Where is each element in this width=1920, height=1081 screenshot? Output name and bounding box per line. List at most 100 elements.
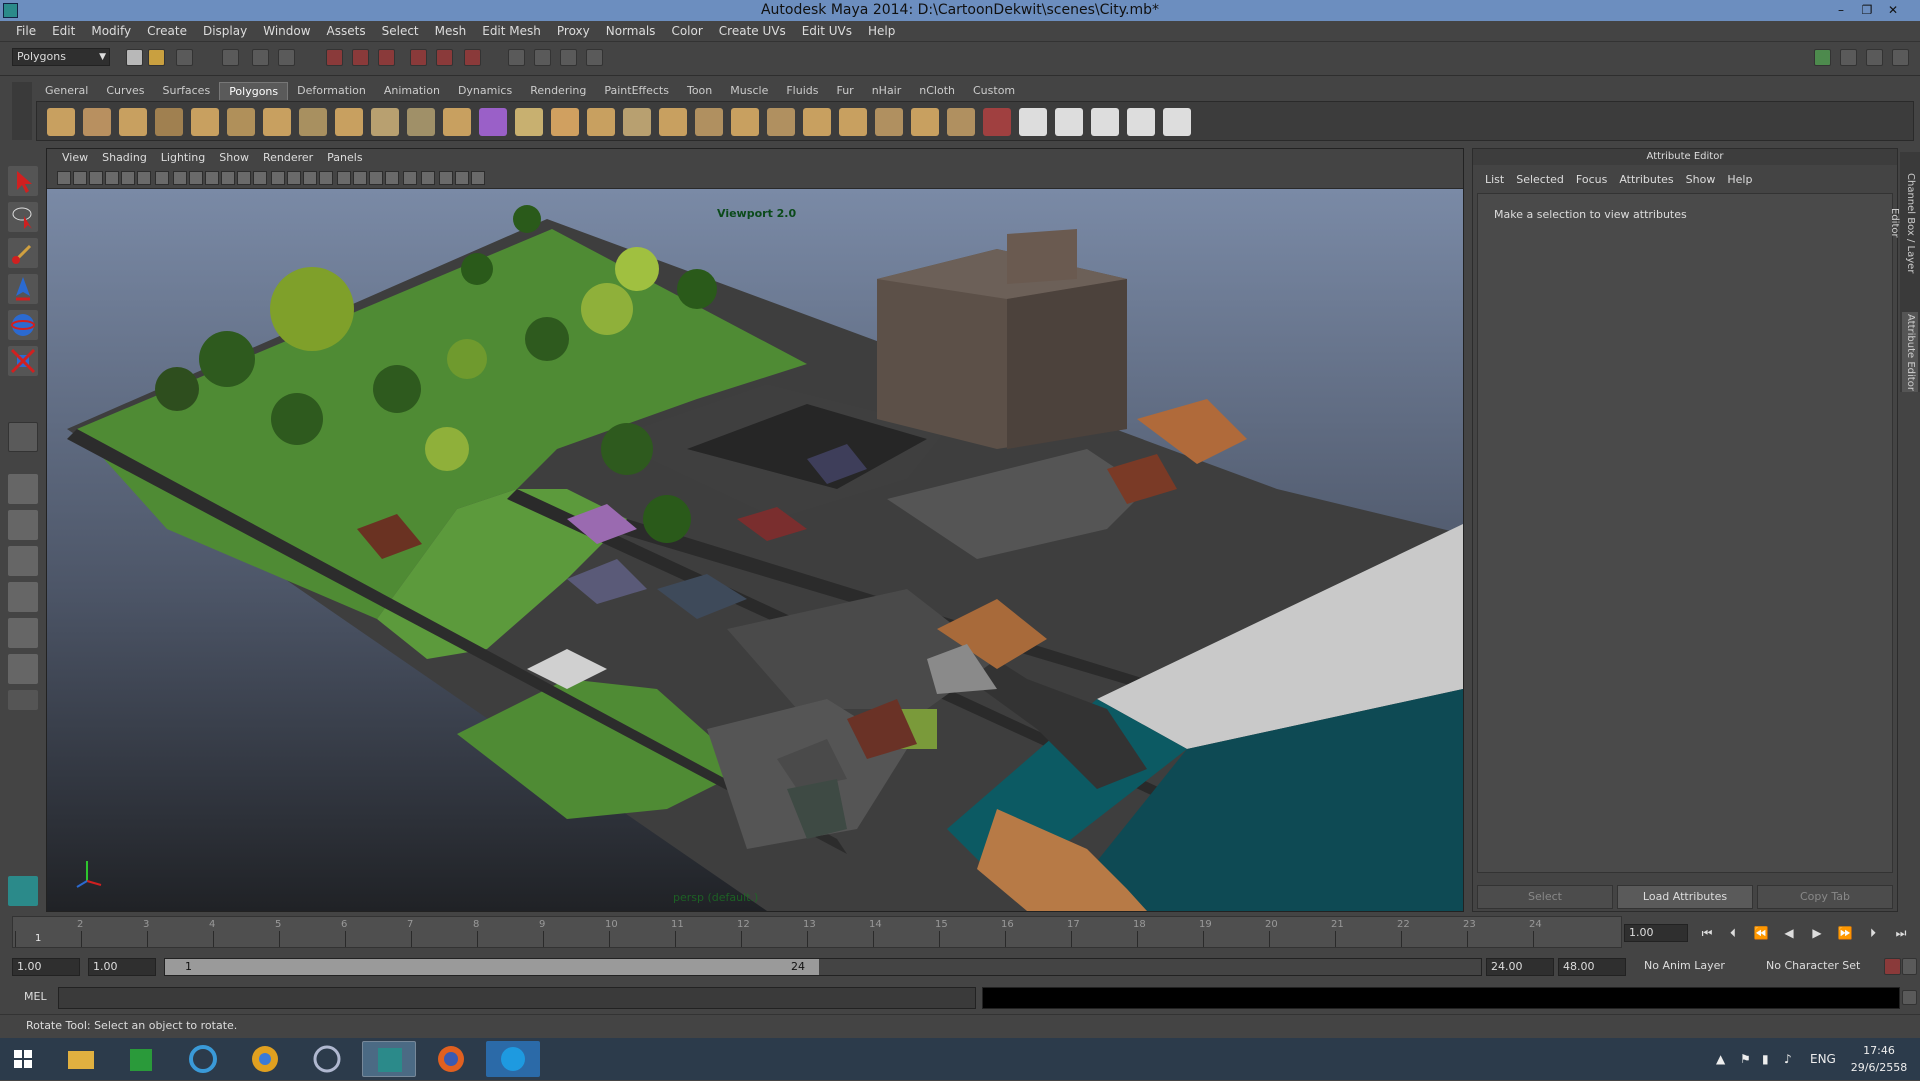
safe-action-icon[interactable] [237,171,251,185]
single-pane-layout-icon[interactable] [8,474,38,504]
2d-pan-zoom-icon[interactable] [121,171,135,185]
go-to-end-icon[interactable]: ⏭ [1892,924,1910,942]
persp-outliner-layout-icon[interactable] [8,546,38,576]
four-pane-layout-icon[interactable] [8,510,38,540]
shelf-cube-icon[interactable] [83,108,111,136]
start-button[interactable] [0,1041,48,1077]
attribute-menu-show[interactable]: Show [1680,171,1722,189]
shelf-tab-fluids[interactable]: Fluids [777,82,827,100]
panel-menu-view[interactable]: View [55,149,95,167]
menu-edit[interactable]: Edit [44,21,83,42]
menu-mesh[interactable]: Mesh [427,21,475,42]
shelf-tab-nhair[interactable]: nHair [863,82,911,100]
anti-aliasing-icon[interactable] [403,171,417,185]
panel-menu-renderer[interactable]: Renderer [256,149,320,167]
shelf-platonic-icon[interactable] [407,108,435,136]
menu-window[interactable]: Window [255,21,318,42]
toggle-channel-box-icon[interactable] [1892,49,1909,66]
range-slider-handle[interactable]: 1 24 [165,959,819,975]
isolate-select-icon[interactable] [421,171,435,185]
menu-edit-uvs[interactable]: Edit UVs [794,21,860,42]
script-editor-icon[interactable] [1902,990,1917,1005]
grid-icon[interactable] [155,171,169,185]
menu-display[interactable]: Display [195,21,255,42]
shelf-combine-icon[interactable] [515,108,543,136]
select-object-icon[interactable] [252,49,269,66]
maya-app-icon[interactable] [3,3,18,18]
playback-end-field[interactable]: 24.00 [1486,958,1554,976]
move-tool-icon[interactable] [8,274,38,304]
volume-icon[interactable]: ♪ [1784,1052,1792,1066]
chrome-icon[interactable] [238,1041,292,1077]
shelf-plane-icon[interactable] [191,108,219,136]
use-all-lights-icon[interactable] [337,171,351,185]
shelf-uv-planar-icon[interactable] [1055,108,1083,136]
time-slider[interactable]: 1 2 3 4 5 6 7 8 9 10 11 12 13 14 15 16 17 18 19 20 21 22 23 24 [12,916,1622,948]
range-slider[interactable]: 1 24 [164,958,1482,976]
shelf-tab-animation[interactable]: Animation [375,82,449,100]
shelf-sphere-icon[interactable] [47,108,75,136]
grease-pencil-icon[interactable] [137,171,151,185]
shelf-uv-editor-icon[interactable] [1019,108,1047,136]
last-tool-slot[interactable] [8,422,38,452]
shelf-helix-icon[interactable] [335,108,363,136]
shelf-insert-loop-icon[interactable] [875,108,903,136]
image-plane-icon[interactable] [105,171,119,185]
bookmarks-icon[interactable] [89,171,103,185]
rotate-tool-icon[interactable] [8,310,38,340]
select-hierarchy-icon[interactable] [222,49,239,66]
shelf-uv-cylindrical-icon[interactable] [1091,108,1119,136]
toggle-tool-settings-icon[interactable] [1866,49,1883,66]
shelf-separate-icon[interactable] [551,108,579,136]
restore-icon[interactable]: ❐ [1854,0,1880,21]
attribute-menu-attributes[interactable]: Attributes [1613,171,1679,189]
menu-color[interactable]: Color [663,21,710,42]
shelf-cylinder-icon[interactable] [119,108,147,136]
save-scene-icon[interactable] [176,49,193,66]
panel-menu-shading[interactable]: Shading [95,149,154,167]
select-tool-icon[interactable] [8,166,38,196]
safe-title-icon[interactable] [253,171,267,185]
attribute-menu-focus[interactable]: Focus [1570,171,1613,189]
render-view-icon[interactable] [508,49,525,66]
snap-grid-icon[interactable] [326,49,343,66]
shelf-pipe-icon[interactable] [299,108,327,136]
menu-normals[interactable]: Normals [598,21,664,42]
attribute-menu-list[interactable]: List [1479,171,1510,189]
shelf-bevel-icon[interactable] [695,108,723,136]
play-backwards-icon[interactable]: ◀ [1780,924,1798,942]
field-chart-icon[interactable] [221,171,235,185]
render-current-icon[interactable] [534,49,551,66]
end-time-field[interactable]: 48.00 [1558,958,1626,976]
persp-graph-hypergraph-layout-icon[interactable] [8,654,38,684]
shelf-tab-fur[interactable]: Fur [827,82,862,100]
network-icon[interactable]: ▮ [1762,1052,1769,1066]
render-settings-icon[interactable] [586,49,603,66]
toggle-attribute-editor-icon[interactable] [1840,49,1857,66]
shelf-tab-rendering[interactable]: Rendering [521,82,595,100]
menu-help[interactable]: Help [860,21,903,42]
gate-mask-icon[interactable] [205,171,219,185]
panel-menu-lighting[interactable]: Lighting [154,149,212,167]
attribute-editor-tab[interactable]: Attribute Editor [1902,312,1918,392]
step-back-key-icon[interactable]: ⏪ [1752,924,1770,942]
anim-layer-select[interactable]: No Anim Layer [1640,958,1758,976]
character-set-select[interactable]: No Character Set [1762,958,1880,976]
shelf-bridge-icon[interactable] [767,108,795,136]
motion-blur-icon[interactable] [385,171,399,185]
animation-preferences-icon[interactable] [1902,958,1917,975]
input-language-indicator[interactable]: ENG [1810,1052,1836,1066]
action-center-icon[interactable]: ⚑ [1740,1052,1751,1066]
shelf-tab-polygons[interactable]: Polygons [219,82,289,100]
smooth-shade-icon[interactable] [287,171,301,185]
film-gate-icon[interactable] [173,171,187,185]
shelf-append-icon[interactable] [803,108,831,136]
panel-menu-panels[interactable]: Panels [320,149,369,167]
shelf-sphere-2-icon[interactable] [443,108,471,136]
shelf-pyramid-icon[interactable] [263,108,291,136]
xray-joints-icon[interactable] [455,171,469,185]
shelf-tab-painteffects[interactable]: PaintEffects [595,82,678,100]
shelf-extract-icon[interactable] [587,108,615,136]
shelf-offset-icon[interactable] [911,108,939,136]
shelf-sculpt-icon[interactable] [983,108,1011,136]
